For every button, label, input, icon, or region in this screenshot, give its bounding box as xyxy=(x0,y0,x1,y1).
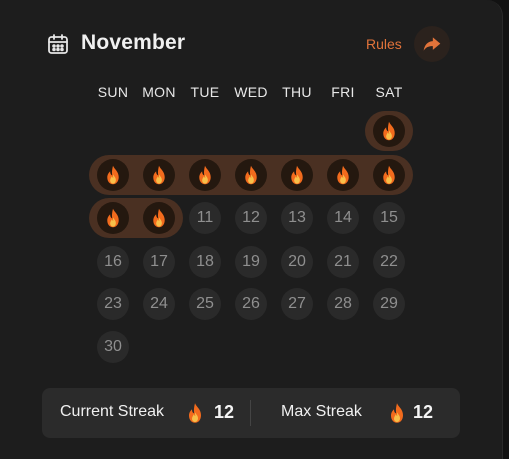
weekday-label: THU xyxy=(282,84,312,100)
day-cell[interactable]: 23 xyxy=(97,288,129,320)
day-cell-streak[interactable] xyxy=(235,159,267,191)
divider xyxy=(250,400,251,426)
month-title: November xyxy=(81,31,186,54)
day-cell-streak[interactable] xyxy=(97,159,129,191)
day-cell[interactable]: 30 xyxy=(97,331,129,363)
calendar-icon xyxy=(48,34,68,54)
flame-icon xyxy=(107,208,119,228)
flame-icon xyxy=(189,403,201,423)
day-cell-streak[interactable] xyxy=(143,159,175,191)
day-cell-streak[interactable] xyxy=(373,159,405,191)
share-arrow-icon xyxy=(423,37,441,51)
flame-icon xyxy=(391,403,403,423)
day-cell-streak[interactable] xyxy=(189,159,221,191)
day-cell[interactable]: 24 xyxy=(143,288,175,320)
weekday-label: SAT xyxy=(375,84,403,100)
flame-icon xyxy=(153,165,165,185)
flame-icon xyxy=(337,165,349,185)
day-cell[interactable]: 11 xyxy=(189,202,221,234)
day-cell-streak[interactable] xyxy=(327,159,359,191)
day-cell[interactable]: 13 xyxy=(281,202,313,234)
day-cell[interactable]: 27 xyxy=(281,288,313,320)
share-button[interactable] xyxy=(414,26,450,62)
streak-summary: Current Streak 12 Max Streak 12 xyxy=(42,388,460,438)
day-cell[interactable]: 19 xyxy=(235,246,267,278)
day-cell-streak[interactable] xyxy=(143,202,175,234)
current-streak-value: 12 xyxy=(214,402,235,422)
max-streak-label: Max Streak xyxy=(281,403,362,420)
day-cell[interactable]: 14 xyxy=(327,202,359,234)
current-streak-label: Current Streak xyxy=(60,403,165,420)
day-cell-streak[interactable] xyxy=(281,159,313,191)
weekday-label: WED xyxy=(234,84,268,100)
day-cell[interactable]: 29 xyxy=(373,288,405,320)
rules-link[interactable]: Rules xyxy=(366,36,402,52)
weekday-label: SUN xyxy=(97,84,129,100)
flame-icon xyxy=(199,165,211,185)
day-cell[interactable]: 18 xyxy=(189,246,221,278)
day-cell[interactable]: 26 xyxy=(235,288,267,320)
flame-icon xyxy=(383,165,395,185)
day-cell[interactable]: 16 xyxy=(97,246,129,278)
day-cell[interactable]: 12 xyxy=(235,202,267,234)
day-cell[interactable]: 15 xyxy=(373,202,405,234)
day-cell[interactable]: 22 xyxy=(373,246,405,278)
day-cell[interactable]: 21 xyxy=(327,246,359,278)
flame-icon xyxy=(245,165,257,185)
flame-icon xyxy=(291,165,303,185)
flame-icon xyxy=(107,165,119,185)
max-streak-value: 12 xyxy=(413,402,434,422)
day-cell[interactable]: 17 xyxy=(143,246,175,278)
day-cell-streak[interactable] xyxy=(373,115,405,147)
day-cell[interactable]: 20 xyxy=(281,246,313,278)
day-cell[interactable]: 28 xyxy=(327,288,359,320)
weekday-label: TUE xyxy=(190,84,220,100)
weekday-label: MON xyxy=(142,84,176,100)
flame-icon xyxy=(153,208,165,228)
streak-calendar-card: November Rules SUN MON TUE WED THU FRI SAT 11 1… xyxy=(0,0,503,459)
day-cell-streak[interactable] xyxy=(97,202,129,234)
day-cell[interactable]: 25 xyxy=(189,288,221,320)
calendar-header: November Rules xyxy=(46,26,452,62)
flame-icon xyxy=(383,121,395,141)
weekday-label: FRI xyxy=(331,84,355,100)
